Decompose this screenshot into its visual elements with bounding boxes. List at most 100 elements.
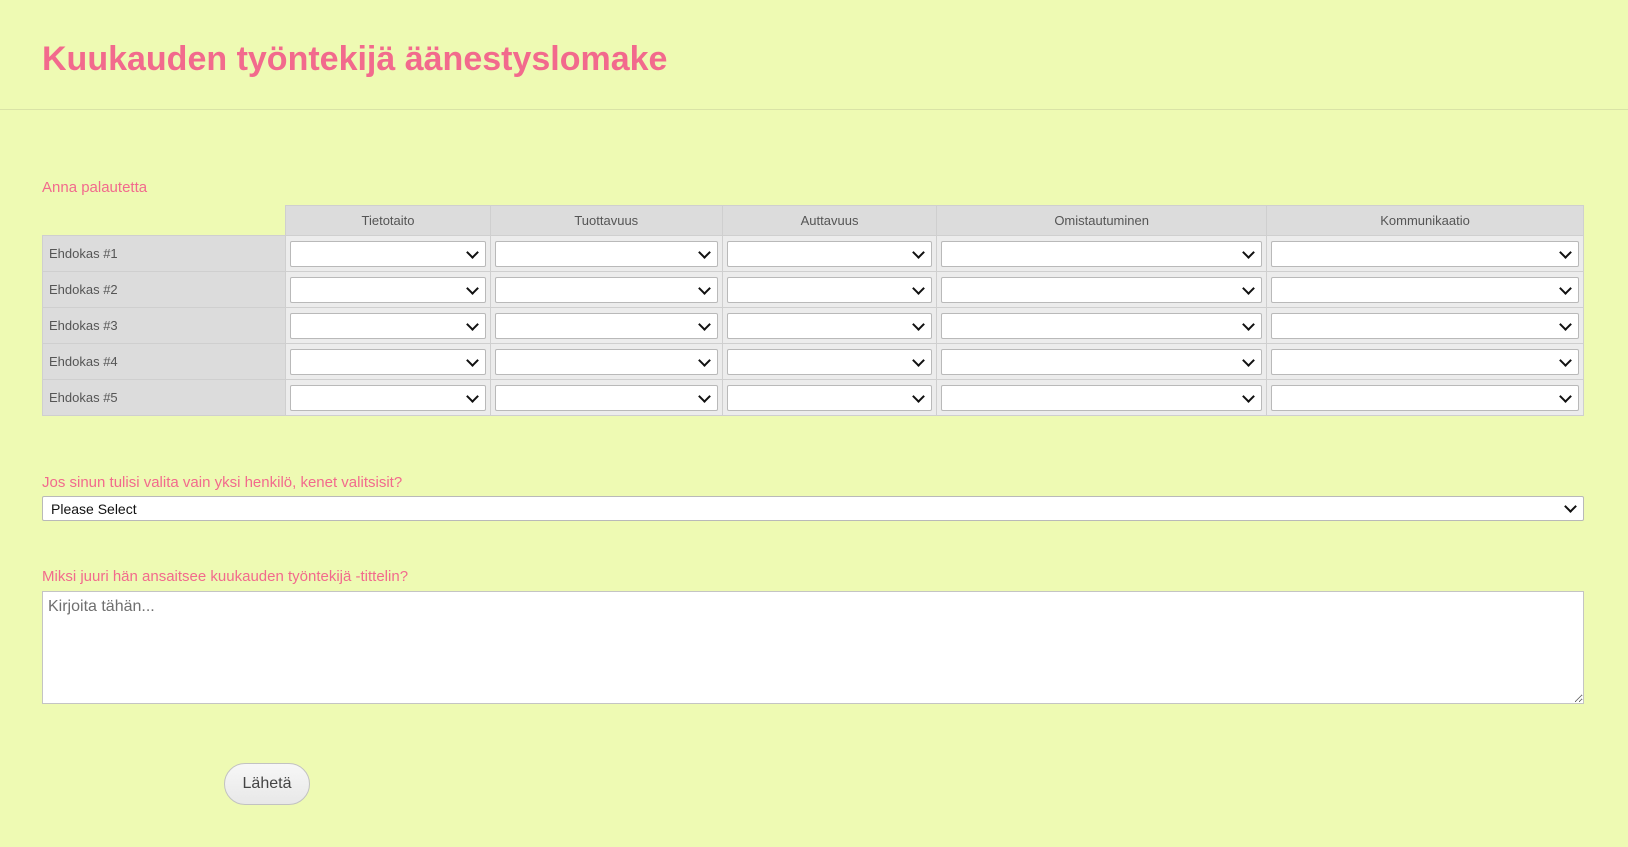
rating-matrix: Tietotaito Tuottavuus Auttavuus Omistaut… — [41, 205, 1584, 416]
rating-select[interactable] — [1271, 276, 1579, 303]
candidate-select[interactable]: Please Select — [42, 496, 1584, 521]
rating-select[interactable] — [1271, 348, 1579, 375]
matrix-label: Anna palautetta — [42, 179, 148, 196]
chevron-down-icon — [912, 245, 926, 259]
rating-select[interactable] — [726, 276, 933, 303]
matrix-row: Ehdokas #4 — [41, 343, 1584, 380]
rating-select[interactable] — [941, 312, 1263, 339]
rating-select[interactable] — [941, 348, 1263, 375]
matrix-cell — [936, 343, 1268, 380]
chevron-down-icon — [1564, 500, 1577, 513]
matrix-cell — [721, 307, 938, 344]
candidate-select-value: Please Select — [51, 501, 137, 517]
column-header-auttavuus: Auttavuus — [721, 205, 938, 236]
form-header: Kuukauden työntekijä äänestyslomake — [0, 0, 1628, 110]
chevron-down-icon — [465, 353, 479, 367]
chevron-down-icon — [1559, 317, 1572, 331]
chevron-down-icon — [465, 317, 479, 331]
chevron-down-icon — [1242, 353, 1255, 367]
matrix-cell — [936, 379, 1268, 416]
matrix-cell — [285, 271, 491, 308]
chevron-down-icon — [698, 281, 711, 295]
matrix-row-label: Ehdokas #2 — [41, 271, 287, 308]
matrix-cell — [285, 379, 491, 416]
matrix-cell — [936, 271, 1268, 308]
chevron-down-icon — [1559, 353, 1572, 367]
column-header-omistautuminen: Omistautuminen — [936, 205, 1268, 236]
matrix-cell — [936, 307, 1268, 344]
matrix-row-label: Ehdokas #3 — [41, 307, 287, 344]
column-header-tietotaito: Tietotaito — [285, 205, 491, 236]
matrix-cell — [285, 307, 491, 344]
rating-select[interactable] — [726, 240, 933, 267]
rating-select[interactable] — [941, 276, 1263, 303]
chevron-down-icon — [1559, 281, 1572, 295]
rating-select[interactable] — [726, 348, 933, 375]
matrix-cell — [1266, 343, 1584, 380]
rating-select[interactable] — [494, 312, 718, 339]
rating-select[interactable] — [941, 240, 1263, 267]
rating-select[interactable] — [290, 240, 486, 267]
rating-select[interactable] — [494, 276, 718, 303]
rating-select[interactable] — [726, 312, 933, 339]
matrix-cell — [489, 307, 723, 344]
form-title: Kuukauden työntekijä äänestyslomake — [42, 40, 668, 78]
matrix-cell — [1266, 307, 1584, 344]
rating-select[interactable] — [290, 276, 486, 303]
matrix-cell — [285, 235, 491, 272]
matrix-cell — [489, 271, 723, 308]
rating-select[interactable] — [290, 312, 486, 339]
chevron-down-icon — [912, 353, 926, 367]
form-page: Kuukauden työntekijä äänestyslomake Anna… — [0, 0, 1628, 847]
matrix-row-label: Ehdokas #4 — [41, 343, 287, 380]
chevron-down-icon — [698, 353, 711, 367]
rating-select[interactable] — [726, 384, 933, 411]
rating-select[interactable] — [1271, 384, 1579, 411]
rating-select[interactable] — [494, 348, 718, 375]
rating-select[interactable] — [1271, 240, 1579, 267]
chevron-down-icon — [465, 281, 479, 295]
chevron-down-icon — [912, 389, 926, 403]
matrix-corner — [42, 205, 286, 236]
matrix-cell — [489, 235, 723, 272]
chevron-down-icon — [698, 317, 711, 331]
chevron-down-icon — [698, 389, 711, 403]
submit-button[interactable]: Lähetä — [224, 763, 310, 805]
matrix-cell — [285, 343, 491, 380]
matrix-cell — [1266, 379, 1584, 416]
rating-select[interactable] — [494, 384, 718, 411]
matrix-cell — [721, 271, 938, 308]
chevron-down-icon — [465, 389, 479, 403]
rating-select[interactable] — [290, 348, 486, 375]
chevron-down-icon — [1559, 389, 1572, 403]
chevron-down-icon — [465, 245, 479, 259]
matrix-row: Ehdokas #1 — [41, 235, 1584, 272]
reason-textarea[interactable] — [42, 591, 1584, 704]
rating-select[interactable] — [494, 240, 718, 267]
matrix-cell — [721, 235, 938, 272]
column-header-tuottavuus: Tuottavuus — [489, 205, 723, 236]
rating-select[interactable] — [1271, 312, 1579, 339]
matrix-cell — [489, 343, 723, 380]
matrix-cell — [489, 379, 723, 416]
matrix-row-label: Ehdokas #5 — [41, 379, 287, 416]
chevron-down-icon — [698, 245, 711, 259]
matrix-cell — [721, 379, 938, 416]
chevron-down-icon — [1559, 245, 1572, 259]
choice-label: Jos sinun tulisi valita vain yksi henkil… — [42, 474, 403, 491]
chevron-down-icon — [1242, 281, 1255, 295]
matrix-header-row: Tietotaito Tuottavuus Auttavuus Omistaut… — [42, 205, 1584, 236]
matrix-row-label: Ehdokas #1 — [41, 235, 287, 272]
matrix-row: Ehdokas #2 — [41, 271, 1584, 308]
chevron-down-icon — [912, 281, 926, 295]
matrix-cell — [1266, 271, 1584, 308]
rating-select[interactable] — [941, 384, 1263, 411]
chevron-down-icon — [1242, 389, 1255, 403]
matrix-row: Ehdokas #5 — [41, 379, 1584, 416]
column-header-kommunikaatio: Kommunikaatio — [1266, 205, 1584, 236]
rating-select[interactable] — [290, 384, 486, 411]
chevron-down-icon — [1242, 317, 1255, 331]
chevron-down-icon — [1242, 245, 1255, 259]
matrix-cell — [1266, 235, 1584, 272]
matrix-row: Ehdokas #3 — [41, 307, 1584, 344]
